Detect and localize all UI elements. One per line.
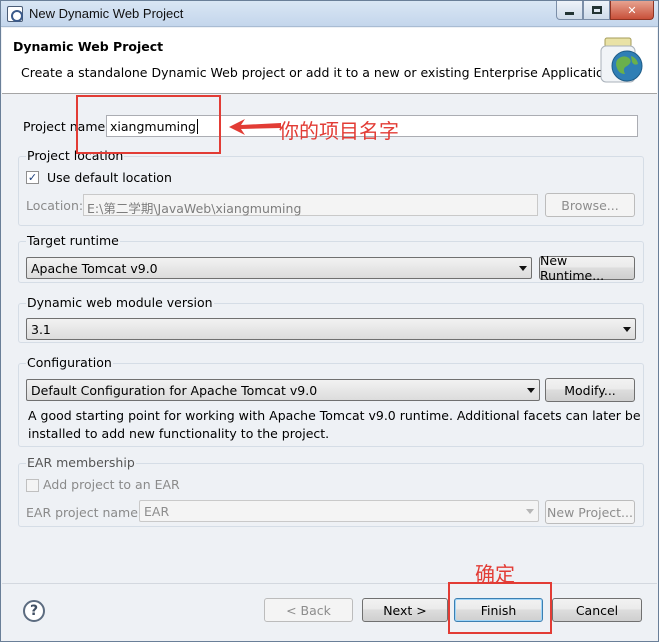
module-version-select[interactable]: 3.1: [26, 318, 636, 340]
eclipse-window-icon: [7, 6, 23, 22]
new-project-button[interactable]: New Project...: [545, 500, 635, 524]
close-button[interactable]: ✕: [610, 1, 654, 20]
configuration-value: Default Configuration for Apache Tomcat …: [31, 383, 318, 398]
target-runtime-select[interactable]: Apache Tomcat v9.0: [26, 257, 532, 279]
close-icon: ✕: [627, 3, 637, 17]
minimize-button[interactable]: [556, 1, 583, 20]
location-input[interactable]: E:\第二学期\JavaWeb\xiangmuming: [83, 194, 538, 216]
title-bar: New Dynamic Web Project ✕: [1, 1, 658, 27]
configuration-select[interactable]: Default Configuration for Apache Tomcat …: [26, 379, 540, 401]
add-to-ear-checkbox[interactable]: [26, 479, 39, 492]
configuration-description-line1: A good starting point for working with A…: [28, 408, 641, 423]
new-runtime-button[interactable]: New Runtime...: [539, 253, 635, 283]
cancel-button[interactable]: Cancel: [552, 598, 642, 622]
project-name-note: 你的项目名字: [279, 119, 399, 143]
annotation-arrow: [229, 119, 281, 135]
ear-project-name-value: EAR: [144, 504, 170, 519]
wizard-content: Project name: xiangmuming Project locati…: [2, 95, 657, 565]
wizard-footer: ? < Back Next > Finish Cancel: [2, 583, 657, 641]
help-icon[interactable]: ?: [23, 600, 45, 622]
next-button[interactable]: Next >: [362, 598, 448, 622]
maximize-button[interactable]: [583, 1, 610, 20]
web-project-wizard-icon: [600, 37, 643, 83]
module-version-title: Dynamic web module version: [26, 295, 214, 310]
browse-button[interactable]: Browse...: [545, 193, 635, 217]
window-title: New Dynamic Web Project: [29, 6, 184, 21]
finish-highlight: [448, 582, 552, 634]
module-version-value: 3.1: [31, 322, 51, 337]
target-runtime-value: Apache Tomcat v9.0: [31, 261, 158, 276]
use-default-location-label: Use default location: [47, 170, 172, 185]
ear-project-name-label: EAR project name:: [26, 505, 143, 520]
ear-project-name-select[interactable]: EAR: [139, 500, 539, 522]
maximize-icon: [591, 6, 602, 14]
wizard-header: Dynamic Web Project Create a standalone …: [2, 28, 657, 94]
header-title: Dynamic Web Project: [13, 39, 164, 54]
ear-membership-title: EAR membership: [26, 455, 136, 470]
minimize-icon: [565, 11, 574, 15]
chevron-down-icon: [519, 266, 527, 271]
target-runtime-title: Target runtime: [26, 233, 120, 248]
header-description: Create a standalone Dynamic Web project …: [21, 65, 616, 80]
use-default-location-checkbox[interactable]: ✓: [26, 171, 39, 184]
location-label: Location:: [26, 198, 84, 213]
project-name-highlight: [76, 95, 221, 154]
modify-button[interactable]: Modify...: [545, 378, 635, 402]
add-to-ear-label: Add project to an EAR: [43, 477, 180, 492]
back-button[interactable]: < Back: [264, 598, 353, 622]
configuration-description-line2: installed to add new functionality to th…: [28, 426, 330, 441]
configuration-title: Configuration: [26, 355, 113, 370]
chevron-down-icon: [527, 388, 535, 393]
dialog-window: New Dynamic Web Project ✕ Dynamic Web Pr…: [0, 0, 659, 642]
chevron-down-icon: [623, 327, 631, 332]
window-controls: ✕: [556, 1, 654, 21]
chevron-down-icon: [526, 509, 534, 514]
